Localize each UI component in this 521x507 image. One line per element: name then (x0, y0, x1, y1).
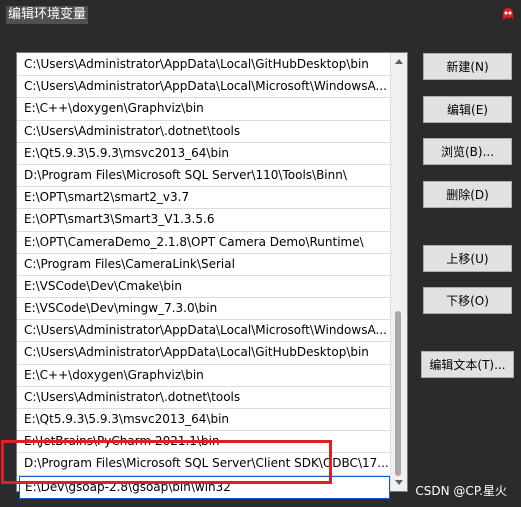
scroll-up-icon[interactable] (395, 59, 403, 64)
move-down-button[interactable]: 下移(O) (423, 287, 512, 314)
path-entry[interactable]: C:\Program Files\CameraLink\Serial (17, 254, 392, 276)
path-entry[interactable]: C:\Users\Administrator\AppData\Local\Git… (17, 54, 392, 77)
browse-button[interactable]: 浏览(B)... (423, 138, 512, 165)
path-entry[interactable]: C:\Users\Administrator\.dotnet\tools (17, 121, 392, 143)
edit-text-button[interactable]: 编辑文本(T)... (421, 351, 514, 378)
path-entry[interactable]: E:\VSCode\Dev\Cmake\bin (17, 276, 392, 299)
path-list-rows: C:\Users\Administrator\AppData\Local\Git… (17, 54, 392, 499)
scroll-down-icon[interactable] (395, 480, 403, 485)
watermark: CSDN @CP.星火 (415, 484, 507, 498)
edit-button[interactable]: 编辑(E) (423, 96, 512, 123)
move-up-button[interactable]: 上移(U) (423, 245, 512, 272)
title-bar: 编辑环境变量 (0, 0, 521, 34)
path-entry[interactable]: E:\OPT\smart3\Smart3_V1.3.5.6 (17, 209, 392, 232)
path-entry[interactable]: C:\Users\Administrator\AppData\Local\Git… (17, 342, 392, 365)
vertical-scrollbar[interactable] (390, 53, 407, 491)
window-title: 编辑环境变量 (6, 6, 89, 24)
path-entry[interactable]: C:\Users\Administrator\.dotnet\tools (17, 387, 392, 409)
path-entry[interactable]: E:\OPT\CameraDemo_2.1.8\OPT Camera Demo\… (17, 232, 392, 254)
path-entry[interactable]: E:\Qt5.9.3\5.9.3\msvc2013_64\bin (17, 143, 392, 165)
path-entry[interactable]: C:\Users\Administrator\AppData\Local\Mic… (17, 320, 392, 343)
scroll-thumb[interactable] (395, 311, 401, 476)
new-button[interactable]: 新建(N) (423, 53, 512, 80)
delete-button[interactable]: 删除(D) (423, 181, 512, 208)
path-entry[interactable]: E:\C++\doxygen\Graphviz\bin (17, 365, 392, 387)
path-list[interactable]: C:\Users\Administrator\AppData\Local\Git… (16, 52, 408, 499)
path-entry[interactable]: D:\Program Files\Microsoft SQL Server\11… (17, 165, 392, 188)
highlight-annotation (1, 440, 332, 484)
path-entry[interactable]: C:\Users\Administrator\AppData\Local\Mic… (17, 76, 392, 99)
close-icon[interactable] (501, 7, 515, 21)
path-entry[interactable]: E:\C++\doxygen\Graphviz\bin (17, 98, 392, 121)
path-entry[interactable]: E:\OPT\smart2\smart2_v3.7 (17, 187, 392, 210)
path-entry[interactable]: E:\VSCode\Dev\mingw_7.3.0\bin (17, 298, 392, 321)
path-entry[interactable]: E:\Qt5.9.3\5.9.3\msvc2013_64\bin (17, 409, 392, 432)
